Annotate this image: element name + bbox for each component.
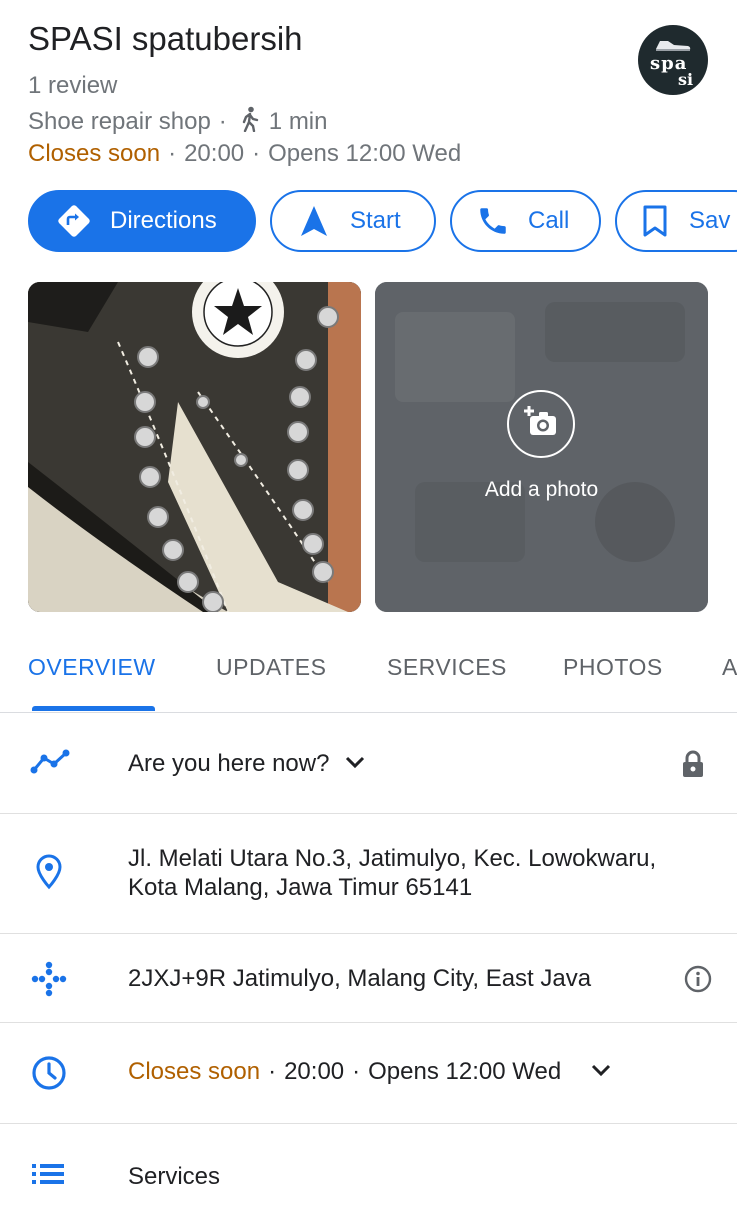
- place-logo[interactable]: spa si: [638, 25, 708, 95]
- tab-overview[interactable]: OVERVIEW: [28, 654, 156, 681]
- closing-time: 20:00: [184, 140, 245, 167]
- closing-time: 20:00: [284, 1058, 345, 1085]
- place-photo[interactable]: [28, 282, 361, 612]
- activity-trend-icon: [30, 749, 70, 774]
- category-line: Shoe repair shop · 1 min: [28, 106, 327, 136]
- sneaker-icon: [656, 41, 691, 51]
- walk-time: 1 min: [268, 108, 328, 135]
- call-button[interactable]: Call: [450, 190, 601, 252]
- place-title: SPASI spatubersih: [28, 20, 303, 57]
- call-label: Call: [528, 207, 570, 234]
- opens-next: Opens 12:00 Wed: [268, 140, 462, 167]
- services-row[interactable]: Services: [0, 1124, 737, 1214]
- start-label: Start: [350, 207, 401, 234]
- clock-icon: [32, 1056, 66, 1090]
- phone-icon: [480, 208, 506, 234]
- plus-code-icon: [31, 961, 67, 997]
- hours-detail: Closes soon · 20:00 · Opens 12:00 Wed: [128, 1057, 612, 1086]
- lock-icon: [683, 750, 703, 777]
- services-label: Services: [128, 1163, 221, 1190]
- here-now-row[interactable]: Are you here now?: [0, 713, 737, 814]
- here-now-label: Are you here now?: [128, 750, 330, 777]
- address-text: Jl. Melati Utara No.3, Jatimulyo, Kec. L…: [128, 845, 657, 901]
- here-now-question: Are you here now?: [128, 749, 366, 778]
- opens-next: Opens 12:00 Wed: [368, 1058, 562, 1085]
- tab-services[interactable]: SERVICES: [387, 654, 507, 681]
- tab-bar: OVERVIEW UPDATES SERVICES PHOTOS A: [0, 650, 737, 713]
- plus-code-text: 2JXJ+9R Jatimulyo, Malang City, East Jav…: [128, 965, 592, 992]
- walking-icon: [242, 106, 258, 132]
- tab-photos[interactable]: PHOTOS: [563, 654, 663, 681]
- bookmark-icon: [643, 205, 667, 237]
- directions-icon: [58, 205, 90, 237]
- add-photo-label: Add a photo: [484, 478, 599, 501]
- directions-button[interactable]: Directions: [28, 190, 256, 252]
- sneaker-photo: [28, 282, 361, 612]
- add-photo-tile[interactable]: Add a photo: [375, 282, 708, 612]
- hours-summary[interactable]: Closes soon · 20:00 · Opens 12:00 Wed: [28, 140, 461, 168]
- separator: ·: [268, 1058, 277, 1085]
- separator: ·: [168, 140, 177, 167]
- navigation-arrow-icon: [301, 206, 327, 236]
- info-icon[interactable]: [684, 965, 712, 993]
- directions-label: Directions: [110, 207, 217, 234]
- list-icon: [32, 1164, 64, 1184]
- logo-text-bottom: si: [678, 70, 694, 89]
- review-count[interactable]: 1 review: [28, 72, 117, 100]
- chevron-down-icon[interactable]: [344, 755, 366, 769]
- separator: ·: [352, 1058, 361, 1085]
- save-label: Sav: [689, 207, 731, 234]
- tab-about[interactable]: A: [722, 654, 737, 681]
- category-label: Shoe repair shop: [28, 108, 211, 135]
- hours-row[interactable]: Closes soon · 20:00 · Opens 12:00 Wed: [0, 1023, 737, 1124]
- start-navigation-button[interactable]: Start: [270, 190, 436, 252]
- hours-status: Closes soon: [128, 1058, 261, 1085]
- add-photo-button[interactable]: [507, 390, 575, 458]
- tab-updates[interactable]: UPDATES: [216, 654, 326, 681]
- hours-status: Closes soon: [28, 140, 161, 167]
- location-pin-icon: [36, 854, 62, 890]
- separator: ·: [252, 140, 261, 167]
- add-camera-icon: [524, 406, 556, 435]
- save-button[interactable]: Sav: [615, 190, 737, 252]
- address-row[interactable]: Jl. Melati Utara No.3, Jatimulyo, Kec. L…: [0, 814, 737, 934]
- active-tab-indicator: [32, 706, 155, 711]
- chevron-down-icon[interactable]: [590, 1063, 612, 1077]
- separator: ·: [218, 108, 227, 135]
- plus-code-row[interactable]: 2JXJ+9R Jatimulyo, Malang City, East Jav…: [0, 934, 737, 1023]
